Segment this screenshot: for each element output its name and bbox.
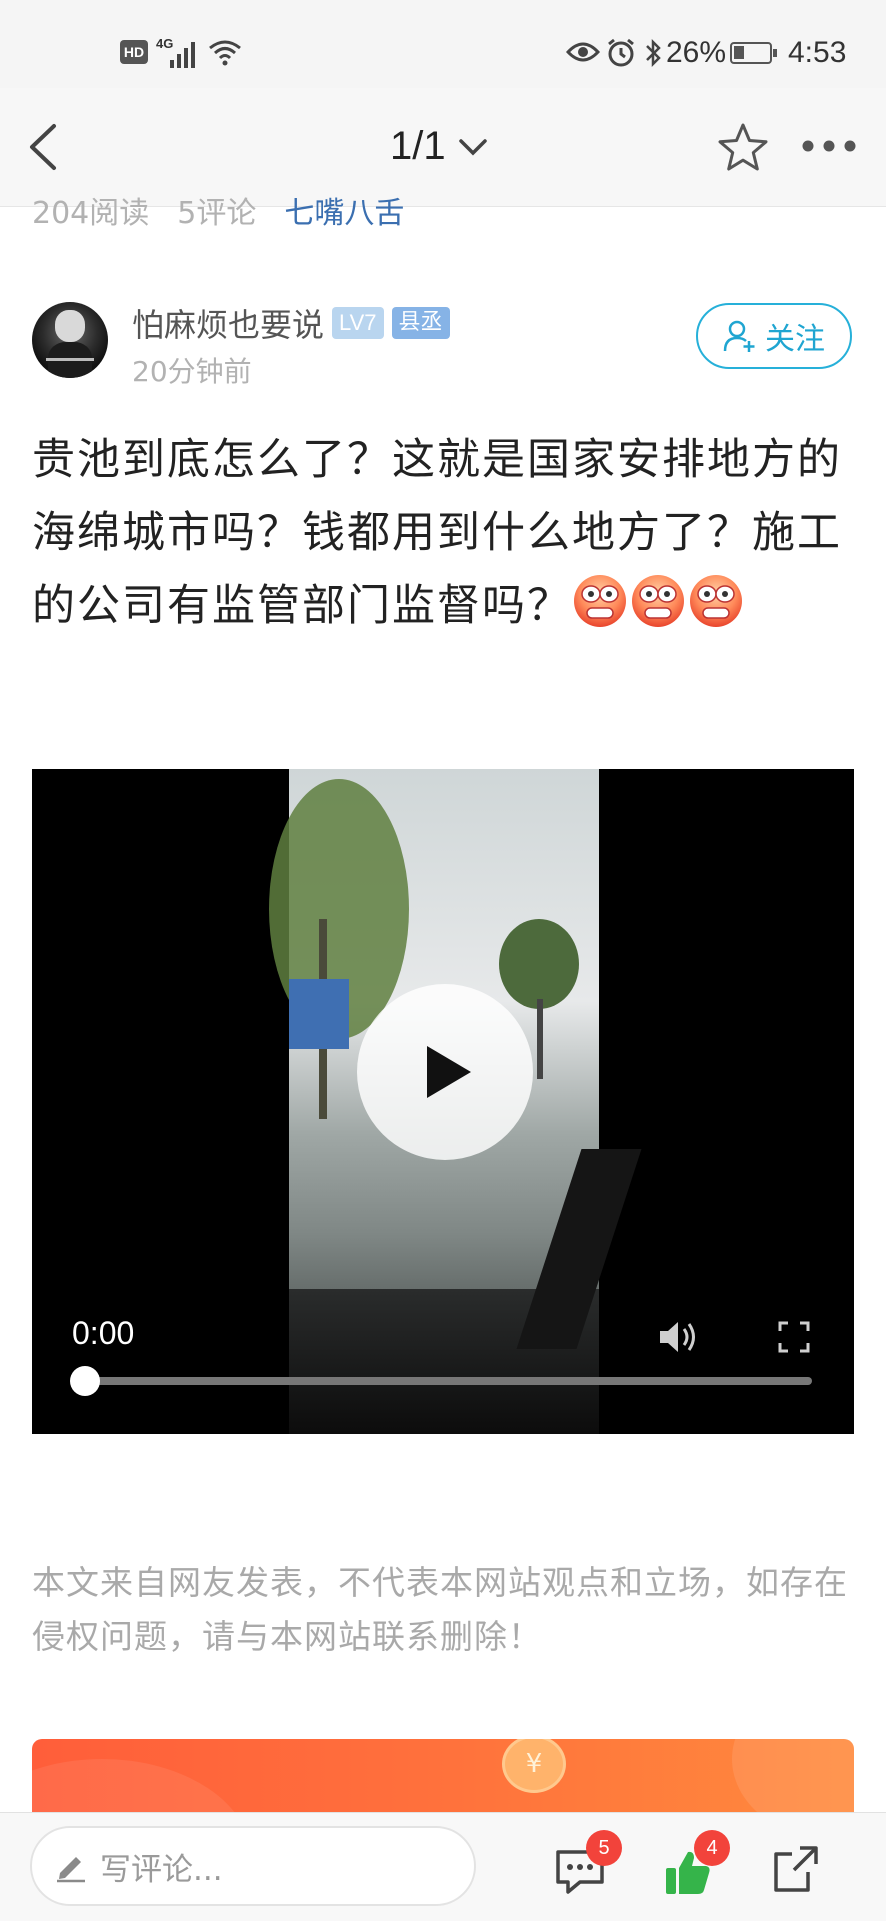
rank-badge: 县丞 — [391, 307, 450, 339]
author-name[interactable]: 怕麻烦也要说 — [132, 300, 324, 346]
shocked-face-emoji-icon — [574, 575, 626, 627]
alarm-icon — [608, 38, 634, 67]
post-time: 20分钟前 — [132, 355, 252, 388]
add-user-icon — [723, 320, 755, 352]
play-button[interactable] — [357, 984, 533, 1160]
video-current-time: 0:00 — [72, 1315, 135, 1351]
page-indicator: 1/1 — [390, 124, 446, 168]
follow-button[interactable]: 关注 — [696, 303, 852, 369]
back-icon[interactable] — [26, 122, 60, 172]
bluetooth-icon — [646, 38, 661, 68]
like-button[interactable]: 4 — [662, 1830, 730, 1898]
volume-icon[interactable] — [656, 1317, 700, 1357]
chevron-down-icon — [458, 138, 487, 155]
play-icon — [427, 1046, 471, 1098]
follow-label: 关注 — [765, 322, 825, 357]
cellular-signal-icon — [170, 42, 195, 68]
clock-time: 4:53 — [788, 36, 847, 69]
fullscreen-icon[interactable] — [778, 1321, 810, 1353]
share-icon[interactable] — [772, 1844, 822, 1894]
video-progress-track[interactable] — [80, 1377, 812, 1385]
video-progress-handle[interactable] — [70, 1366, 100, 1396]
eye-icon — [566, 42, 600, 62]
page-indicator-dropdown[interactable]: 1/1 — [390, 124, 488, 169]
shocked-face-emoji-icon — [690, 575, 742, 627]
shocked-face-emoji-icon — [632, 575, 684, 627]
battery-percent: 26% — [666, 36, 727, 69]
level-badge: LV7 — [332, 307, 384, 339]
post-meta-row: 204阅读 5评论 七嘴八舌 — [32, 196, 732, 240]
comment-placeholder: 写评论... — [100, 1851, 223, 1888]
read-count: 204阅读 — [32, 196, 150, 231]
author-info: 怕麻烦也要说 LV7 县丞 — [132, 300, 450, 346]
comment-input[interactable]: 写评论... — [30, 1826, 476, 1906]
status-bar: HD 4G 26% 4:53 — [0, 0, 886, 88]
category-tag[interactable]: 七嘴八舌 — [284, 196, 404, 232]
navigation-bar: 1/1 — [0, 88, 886, 207]
like-count-badge: 4 — [694, 1830, 730, 1866]
coin-icon: ¥ — [502, 1739, 566, 1793]
hd-icon: HD — [120, 40, 148, 64]
battery-icon — [730, 42, 777, 64]
comments-button[interactable]: 5 — [550, 1830, 622, 1898]
post-body: 贵池到底怎么了？这就是国家安排地方的海绵城市吗？钱都用到什么地方了？施工的公司有… — [32, 424, 862, 643]
copyright-disclaimer: 本文来自网友发表，不代表本网站观点和立场，如存在侵权问题，请与本网站联系删除！ — [32, 1563, 848, 1656]
comment-count-badge: 5 — [586, 1830, 622, 1866]
video-player[interactable]: 0:00 — [32, 769, 854, 1434]
comment-count-text: 5评论 — [177, 196, 257, 231]
pencil-icon — [57, 1857, 85, 1883]
star-favorite-icon[interactable] — [716, 122, 770, 174]
more-options-icon[interactable] — [800, 138, 858, 154]
avatar[interactable] — [32, 302, 108, 378]
wifi-icon — [209, 40, 241, 66]
